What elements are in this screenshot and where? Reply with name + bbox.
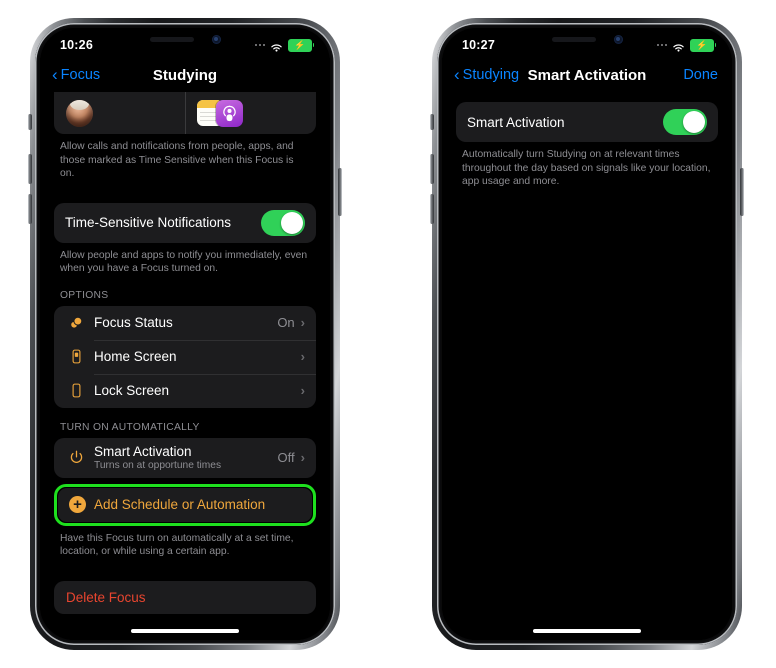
notch <box>514 28 660 50</box>
chevron-left-icon: ‹ <box>454 65 460 84</box>
home-screen-icon <box>65 348 87 365</box>
wifi-icon <box>270 40 283 52</box>
time-sensitive-card: Time-Sensitive Notifications <box>54 202 316 243</box>
status-time: 10:27 <box>462 38 495 52</box>
app-icon-group <box>197 99 243 127</box>
row-sublabel: Turns on at opportune times <box>94 460 222 471</box>
settings-content-right[interactable]: Smart Activation Automatically turn Stud… <box>442 92 732 640</box>
add-schedule-or-automation-button[interactable]: Add Schedule or Automation <box>58 487 312 522</box>
earpiece-speaker <box>551 36 596 42</box>
battery-charging-icon: ⚡ <box>288 38 314 52</box>
people-cell[interactable] <box>54 92 185 134</box>
back-button-label: Studying <box>462 67 520 83</box>
phone-left: 10:26 ⚡ ‹ Focus Studying Allow calls and… <box>28 18 342 650</box>
row-label: Smart Activation <box>467 114 565 130</box>
add-schedule-footnote: Have this Focus turn on automatically at… <box>60 532 294 558</box>
volume-down-button[interactable] <box>430 194 434 224</box>
row-label: Focus Status <box>94 315 173 330</box>
settings-content-left[interactable]: Allow calls and notifications from peopl… <box>40 92 330 640</box>
phone-right: 10:27 ⚡ ‹ Studying Smart Activation Done… <box>430 18 744 650</box>
status-indicators: ⚡ <box>250 38 314 52</box>
nav-bar-right: ‹ Studying Smart Activation Done <box>442 58 732 92</box>
home-indicator[interactable] <box>533 629 641 633</box>
person-avatar <box>66 99 93 127</box>
phone-left-screen: 10:26 ⚡ ‹ Focus Studying Allow calls and… <box>40 28 330 640</box>
screenshot-stage: 10:26 ⚡ ‹ Focus Studying Allow calls and… <box>0 0 776 668</box>
done-button[interactable]: Done <box>683 67 732 83</box>
time-sensitive-notifications-toggle[interactable] <box>261 209 305 236</box>
allow-footnote: Allow calls and notifications from peopl… <box>60 141 294 179</box>
home-indicator[interactable] <box>131 629 239 633</box>
plus-circle-icon <box>69 496 86 513</box>
row-lock-screen[interactable]: Lock Screen › <box>54 373 316 408</box>
delete-focus-button[interactable]: Delete Focus <box>54 580 316 614</box>
notch <box>112 28 258 50</box>
phone-left-bezel: 10:26 ⚡ ‹ Focus Studying Allow calls and… <box>35 23 335 645</box>
time-sensitive-footnote: Allow people and apps to notify you imme… <box>60 249 308 275</box>
smart-activation-card: Smart Activation Turns on at opportune t… <box>54 437 316 478</box>
volume-down-button[interactable] <box>28 194 32 224</box>
row-value: On <box>277 315 295 330</box>
power-icon <box>65 449 87 466</box>
add-schedule-label: Add Schedule or Automation <box>94 497 266 512</box>
power-button[interactable] <box>740 168 744 216</box>
power-button[interactable] <box>338 168 342 216</box>
phone-right-bezel: 10:27 ⚡ ‹ Studying Smart Activation Done… <box>437 23 737 645</box>
mute-switch[interactable] <box>430 114 434 130</box>
chevron-right-icon: › <box>300 383 305 398</box>
chevron-right-icon: › <box>300 450 305 465</box>
delete-focus-label: Delete Focus <box>66 589 146 605</box>
options-section-header: OPTIONS <box>60 289 109 301</box>
chevron-right-icon: › <box>300 349 305 364</box>
status-time: 10:26 <box>60 38 93 52</box>
lock-screen-icon <box>65 382 87 399</box>
mute-switch[interactable] <box>28 114 32 130</box>
battery-bolt: ⚡ <box>696 39 708 50</box>
front-camera-icon <box>211 34 221 44</box>
focus-status-icon <box>65 314 87 331</box>
toggle-knob <box>683 111 705 133</box>
row-label: Smart Activation <box>94 444 192 459</box>
apps-cell[interactable] <box>185 92 316 134</box>
people-apps-card[interactable] <box>54 92 316 134</box>
front-camera-icon <box>613 34 623 44</box>
chevron-right-icon: › <box>300 315 305 330</box>
wifi-icon <box>672 40 685 52</box>
row-label: Time-Sensitive Notifications <box>65 215 232 230</box>
row-smart-activation[interactable]: Smart Activation <box>456 102 718 142</box>
row-time-sensitive-notifications[interactable]: Time-Sensitive Notifications <box>54 203 316 243</box>
smart-activation-card: Smart Activation <box>456 102 718 142</box>
row-label: Lock Screen <box>94 383 170 398</box>
smart-activation-footnote: Automatically turn Studying on at releva… <box>462 149 711 187</box>
add-schedule-highlight: Add Schedule or Automation <box>54 483 316 526</box>
turn-on-automatically-header: TURN ON AUTOMATICALLY <box>60 421 200 433</box>
nav-bar-left: ‹ Focus Studying <box>40 58 330 92</box>
podcasts-app-icon <box>216 99 243 127</box>
toggle-knob <box>281 211 303 234</box>
row-value: Off <box>277 450 295 465</box>
card-divider <box>185 92 186 134</box>
earpiece-speaker <box>149 36 194 42</box>
options-card: Focus Status On › Home Screen › Lock Scr… <box>54 305 316 408</box>
row-text-stack: Smart Activation Turns on at opportune t… <box>94 444 278 471</box>
volume-up-button[interactable] <box>430 154 434 184</box>
battery-charging-icon: ⚡ <box>690 38 716 52</box>
back-button-label: Focus <box>60 67 101 83</box>
volume-up-button[interactable] <box>28 154 32 184</box>
back-button[interactable]: ‹ Studying <box>442 65 520 84</box>
row-smart-activation[interactable]: Smart Activation Turns on at opportune t… <box>54 438 316 478</box>
chevron-left-icon: ‹ <box>52 65 58 84</box>
row-label: Home Screen <box>94 349 177 364</box>
battery-bolt: ⚡ <box>294 39 306 50</box>
status-indicators: ⚡ <box>652 38 716 52</box>
row-focus-status[interactable]: Focus Status On › <box>54 306 316 340</box>
row-home-screen[interactable]: Home Screen › <box>54 339 316 374</box>
back-button[interactable]: ‹ Focus <box>40 65 101 84</box>
phone-right-screen: 10:27 ⚡ ‹ Studying Smart Activation Done… <box>442 28 732 640</box>
smart-activation-toggle[interactable] <box>663 109 707 135</box>
